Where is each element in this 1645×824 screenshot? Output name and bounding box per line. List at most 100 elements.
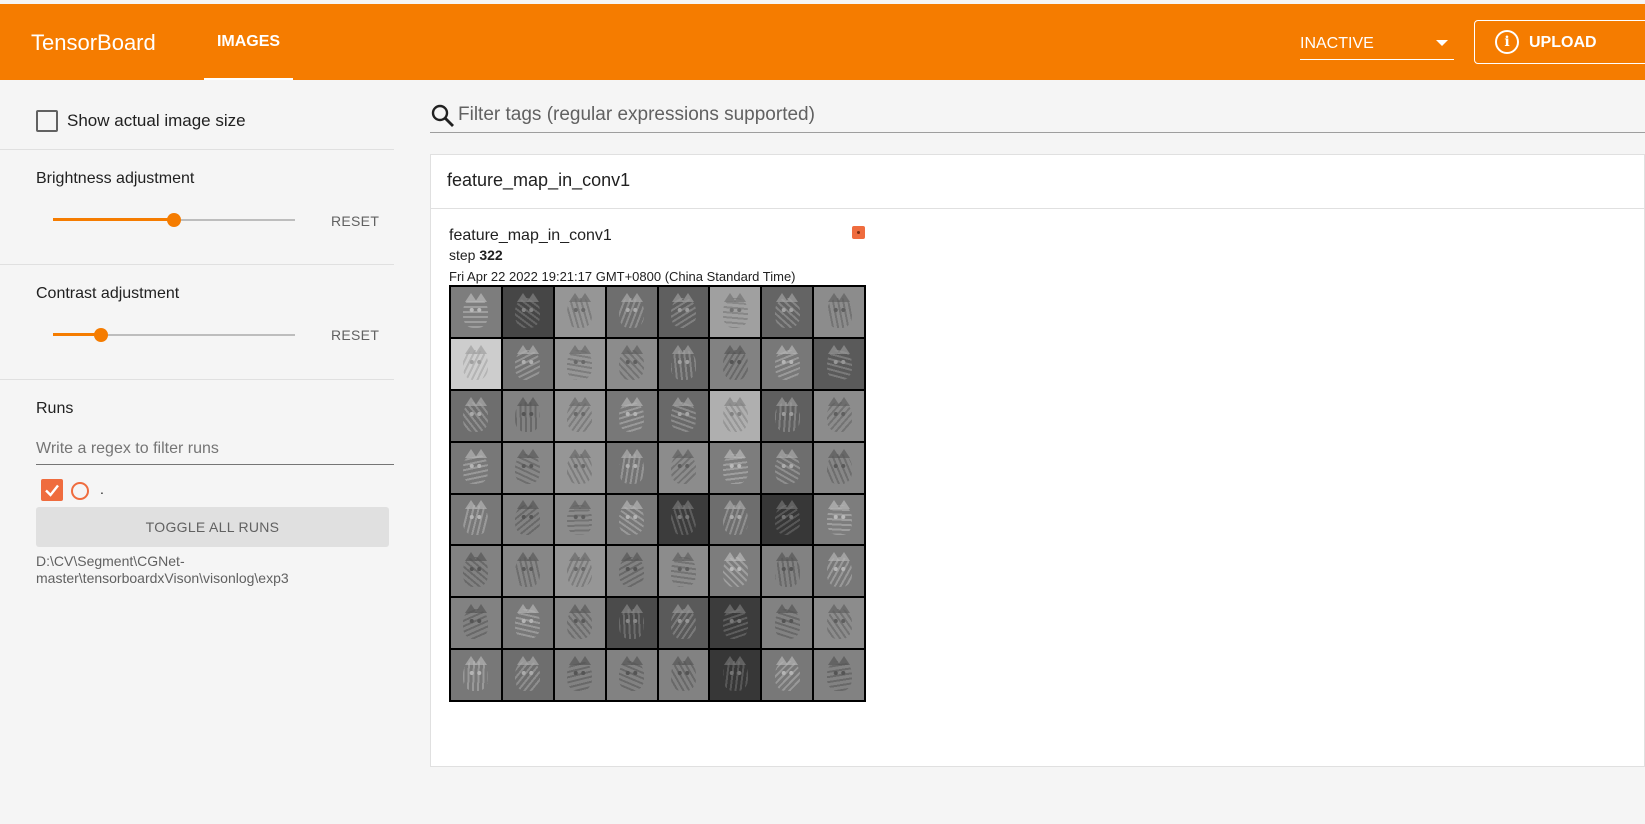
step-info: step 322 bbox=[449, 247, 503, 263]
upload-button[interactable]: i UPLOAD bbox=[1474, 20, 1645, 64]
tile-texture bbox=[722, 505, 748, 536]
tile-texture bbox=[774, 609, 800, 640]
feature-map-tile bbox=[814, 287, 864, 337]
inactive-plugins-select[interactable]: INACTIVE bbox=[1300, 32, 1454, 60]
feature-map-tile bbox=[451, 338, 501, 389]
tile-texture bbox=[515, 401, 541, 432]
tile-texture bbox=[515, 609, 541, 640]
tile-texture bbox=[786, 292, 799, 302]
brightness-slider[interactable] bbox=[53, 210, 295, 230]
tile-texture bbox=[838, 500, 851, 510]
divider bbox=[0, 149, 394, 150]
feature-map-tile bbox=[814, 390, 864, 441]
tile-texture bbox=[567, 661, 593, 692]
feature-map-tile bbox=[658, 494, 709, 545]
feature-map-tile bbox=[814, 338, 864, 389]
tile-texture bbox=[630, 656, 643, 666]
contrast-reset-button[interactable]: RESET bbox=[331, 327, 379, 343]
run-color-indicator[interactable] bbox=[852, 226, 865, 239]
tile-texture bbox=[826, 505, 852, 536]
feature-map-tile bbox=[502, 546, 553, 597]
feature-map-tile bbox=[451, 390, 501, 441]
tile-texture bbox=[515, 349, 541, 380]
tile-texture bbox=[630, 344, 643, 354]
feature-map-tile bbox=[502, 390, 553, 441]
upload-button-label: UPLOAD bbox=[1529, 34, 1597, 51]
tile-texture bbox=[682, 552, 695, 562]
tile-texture bbox=[619, 505, 645, 536]
top-app-bar: TensorBoard IMAGES INACTIVE i UPLOAD bbox=[0, 4, 1645, 80]
feature-map-tile bbox=[554, 390, 605, 441]
feature-map-tile bbox=[451, 598, 501, 649]
feature-map-image[interactable] bbox=[449, 285, 866, 702]
feature-map-tile bbox=[606, 650, 657, 700]
checkmark-icon bbox=[45, 484, 59, 497]
runs-filter-input[interactable] bbox=[36, 434, 394, 465]
tile-texture bbox=[463, 661, 489, 692]
feature-map-tile bbox=[502, 494, 553, 545]
tile-texture bbox=[463, 557, 489, 588]
feature-map-tile bbox=[658, 650, 709, 700]
tile-texture bbox=[630, 500, 643, 510]
tile-texture bbox=[838, 344, 851, 354]
feature-map-tile bbox=[502, 287, 553, 337]
feature-map-tile bbox=[762, 546, 813, 597]
feature-map-tile bbox=[606, 598, 657, 649]
search-icon bbox=[431, 104, 454, 127]
tile-texture bbox=[786, 656, 799, 666]
feature-map-tile bbox=[554, 598, 605, 649]
tag-filter-input[interactable] bbox=[458, 101, 1608, 129]
image-timestamp: Fri Apr 22 2022 19:21:17 GMT+0800 (China… bbox=[449, 269, 796, 284]
feature-map-tile bbox=[451, 546, 501, 597]
tile-texture bbox=[826, 557, 852, 588]
tile-texture bbox=[619, 349, 645, 380]
tile-texture bbox=[734, 396, 747, 406]
slider-knob[interactable] bbox=[167, 213, 181, 227]
tile-texture bbox=[619, 401, 645, 432]
tile-texture bbox=[578, 604, 591, 614]
runs-title: Runs bbox=[36, 400, 74, 417]
tile-texture bbox=[670, 609, 696, 640]
feature-map-tile bbox=[710, 338, 761, 389]
run-checkbox[interactable] bbox=[41, 479, 63, 501]
tab-images[interactable]: IMAGES bbox=[204, 4, 293, 80]
tile-texture bbox=[474, 292, 487, 302]
tile-texture bbox=[774, 401, 800, 432]
tile-texture bbox=[526, 500, 539, 510]
tile-texture bbox=[463, 401, 489, 432]
card-header[interactable]: feature_map_in_conv1 bbox=[431, 155, 1644, 209]
run-color-radio[interactable] bbox=[71, 482, 89, 500]
tile-texture bbox=[670, 401, 696, 432]
image-tag: feature_map_in_conv1 bbox=[449, 227, 612, 244]
tile-texture bbox=[578, 448, 591, 458]
tile-texture bbox=[722, 557, 748, 588]
tile-texture bbox=[774, 661, 800, 692]
tile-texture bbox=[838, 292, 851, 302]
tile-texture bbox=[826, 661, 852, 692]
tile-texture bbox=[567, 609, 593, 640]
contrast-slider[interactable] bbox=[53, 325, 295, 345]
tile-texture bbox=[515, 557, 541, 588]
tile-texture bbox=[526, 292, 539, 302]
tile-texture bbox=[670, 453, 696, 484]
feature-map-tile bbox=[606, 338, 657, 389]
feature-map-tile bbox=[554, 546, 605, 597]
feature-map-tile bbox=[606, 494, 657, 545]
tile-texture bbox=[619, 609, 645, 640]
tile-texture bbox=[826, 297, 852, 328]
feature-map-tile bbox=[554, 338, 605, 389]
tile-texture bbox=[722, 349, 748, 380]
tile-texture bbox=[734, 500, 747, 510]
tile-texture bbox=[838, 448, 851, 458]
brightness-reset-button[interactable]: RESET bbox=[331, 213, 379, 229]
tile-texture bbox=[722, 297, 748, 328]
tile-texture bbox=[515, 661, 541, 692]
feature-map-tile bbox=[606, 546, 657, 597]
toggle-all-runs-button[interactable]: TOGGLE ALL RUNS bbox=[36, 507, 389, 547]
feature-map-tile bbox=[710, 650, 761, 700]
tile-texture bbox=[474, 448, 487, 458]
show-actual-size-checkbox[interactable] bbox=[36, 110, 58, 132]
tile-texture bbox=[838, 656, 851, 666]
tile-texture bbox=[474, 552, 487, 562]
slider-knob[interactable] bbox=[94, 328, 108, 342]
